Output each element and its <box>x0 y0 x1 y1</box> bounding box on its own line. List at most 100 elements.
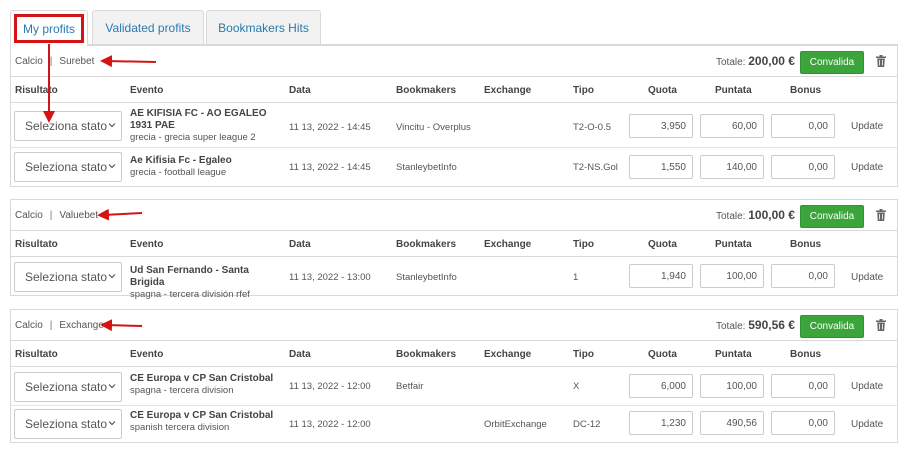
bet-section-valuebet: Calcio | Valuebet Totale: 100,00 € Convali… <box>10 199 898 300</box>
tipo-cell: DC-12 <box>573 419 601 430</box>
col-data: Data <box>289 239 311 250</box>
update-button[interactable]: Update <box>851 121 883 132</box>
convalida-button[interactable]: Convalida <box>800 205 864 228</box>
tab-label: Bookmakers Hits <box>218 21 309 35</box>
tab-bar: My profits Validated profits Bookmakers … <box>10 10 898 46</box>
tab-label: My profits <box>22 21 75 36</box>
event-name: Ud San Fernando - Santa Brigida <box>130 265 249 288</box>
tipo-cell: T2-O-0.5 <box>573 122 612 133</box>
update-button[interactable]: Update <box>851 419 883 430</box>
total-value: 590,56 € <box>748 318 795 332</box>
stato-select[interactable]: Seleziona stato <box>14 262 122 292</box>
date-cell: 11 13, 2022 - 13:00 <box>289 272 371 283</box>
event-league: grecia - football league <box>130 167 227 178</box>
breadcrumb: Calcio | Exchange <box>15 320 104 331</box>
bonus-input[interactable]: 0,00 <box>771 155 835 179</box>
exchange-cell: OrbitExchange <box>484 419 547 430</box>
sport-label: Calcio <box>15 320 43 331</box>
col-quota: Quota <box>648 239 677 250</box>
col-bookmakers: Bookmakers <box>396 85 457 96</box>
breadcrumb: Calcio | Valuebet <box>15 210 98 221</box>
col-tipo: Tipo <box>573 349 594 360</box>
col-puntata: Puntata <box>715 349 752 360</box>
bookmaker-cell: Vincitu - Overplus <box>396 122 471 133</box>
col-puntata: Puntata <box>715 85 752 96</box>
table-row: Seleziona stato CE Europa v CP San Crist… <box>11 368 897 406</box>
select-value: Seleziona stato <box>25 417 108 431</box>
tab-bookmakers-hits[interactable]: Bookmakers Hits <box>206 10 321 45</box>
tab-my-profits[interactable]: My profits <box>10 10 88 46</box>
stato-select[interactable]: Seleziona stato <box>14 152 122 182</box>
col-exchange: Exchange <box>484 349 532 360</box>
col-quota: Quota <box>648 349 677 360</box>
breadcrumb-separator: | <box>49 320 53 331</box>
date-cell: 11 13, 2022 - 14:45 <box>289 122 371 133</box>
update-button[interactable]: Update <box>851 381 883 392</box>
section-header: Calcio | Exchange Totale: 590,56 € Convali… <box>11 310 897 341</box>
col-exchange: Exchange <box>484 85 532 96</box>
col-evento: Evento <box>130 85 164 96</box>
select-value: Seleziona stato <box>25 119 108 133</box>
convalida-button[interactable]: Convalida <box>800 315 864 338</box>
quota-input[interactable]: 1,940 <box>629 264 693 288</box>
bonus-input[interactable]: 0,00 <box>771 411 835 435</box>
trash-icon[interactable] <box>876 319 886 331</box>
event-league: spanish tercera division <box>130 422 230 433</box>
stato-select[interactable]: Seleziona stato <box>14 111 122 141</box>
event-cell: Ud San Fernando - Santa Brigida spagna - … <box>130 265 280 301</box>
col-puntata: Puntata <box>715 239 752 250</box>
stato-select[interactable]: Seleziona stato <box>14 409 122 439</box>
update-button[interactable]: Update <box>851 272 883 283</box>
table-header: Risultato Evento Data Bookmakers Exchang… <box>11 77 897 103</box>
update-button[interactable]: Update <box>851 162 883 173</box>
chevron-down-icon <box>108 123 116 128</box>
select-value: Seleziona stato <box>25 270 108 284</box>
bonus-input[interactable]: 0,00 <box>771 114 835 138</box>
tab-label: Validated profits <box>105 21 191 35</box>
total-amount: Totale: 100,00 € <box>716 208 795 222</box>
quota-input[interactable]: 3,950 <box>629 114 693 138</box>
total-label: Totale: <box>716 211 746 222</box>
bonus-input[interactable]: 0,00 <box>771 264 835 288</box>
chevron-down-icon <box>108 274 116 279</box>
puntata-input[interactable]: 100,00 <box>700 264 764 288</box>
trash-icon[interactable] <box>876 209 886 221</box>
col-evento: Evento <box>130 239 164 250</box>
quota-input[interactable]: 1,550 <box>629 155 693 179</box>
chevron-down-icon <box>108 384 116 389</box>
stato-select[interactable]: Seleziona stato <box>14 372 122 402</box>
bet-section-surebet: Calcio | Surebet Totale: 200,00 € Convalid… <box>10 45 898 187</box>
convalida-button[interactable]: Convalida <box>800 51 864 74</box>
event-league: grecia - grecia super league 2 <box>130 132 256 143</box>
tipo-cell: T2-NS.Gol <box>573 162 618 173</box>
bonus-input[interactable]: 0,00 <box>771 374 835 398</box>
date-cell: 11 13, 2022 - 12:00 <box>289 419 371 430</box>
trash-icon[interactable] <box>876 55 886 67</box>
select-value: Seleziona stato <box>25 380 108 394</box>
date-cell: 11 13, 2022 - 14:45 <box>289 162 371 173</box>
puntata-input[interactable]: 140,00 <box>700 155 764 179</box>
section-header: Calcio | Valuebet Totale: 100,00 € Convali… <box>11 200 897 231</box>
col-evento: Evento <box>130 349 164 360</box>
bookmaker-cell: StanleybetInfo <box>396 162 457 173</box>
bookmaker-cell: StanleybetInfo <box>396 272 457 283</box>
puntata-input[interactable]: 490,56 <box>700 411 764 435</box>
col-exchange: Exchange <box>484 239 532 250</box>
col-risultato: Risultato <box>15 349 58 360</box>
table-row: Seleziona stato AE KIFISIA FC - AO EGALE… <box>11 104 897 148</box>
quota-input[interactable]: 6,000 <box>629 374 693 398</box>
event-league: spagna - tercera division <box>130 385 234 396</box>
bet-kind-label: Valuebet <box>59 210 99 221</box>
tab-validated-profits[interactable]: Validated profits <box>92 10 204 45</box>
puntata-input[interactable]: 100,00 <box>700 374 764 398</box>
puntata-input[interactable]: 60,00 <box>700 114 764 138</box>
sport-label: Calcio <box>15 56 43 67</box>
quota-input[interactable]: 1,230 <box>629 411 693 435</box>
event-cell: CE Europa v CP San Cristobal spagna - ter… <box>130 373 280 397</box>
event-name: CE Europa v CP San Cristobal <box>130 410 274 421</box>
table-row: Seleziona stato Ae Kifisia Fc - Egaleo gr… <box>11 148 897 186</box>
col-quota: Quota <box>648 85 677 96</box>
bet-section-exchange: Calcio | Exchange Totale: 590,56 € Convali… <box>10 309 898 443</box>
chevron-down-icon <box>108 164 116 169</box>
total-amount: Totale: 590,56 € <box>716 318 795 332</box>
